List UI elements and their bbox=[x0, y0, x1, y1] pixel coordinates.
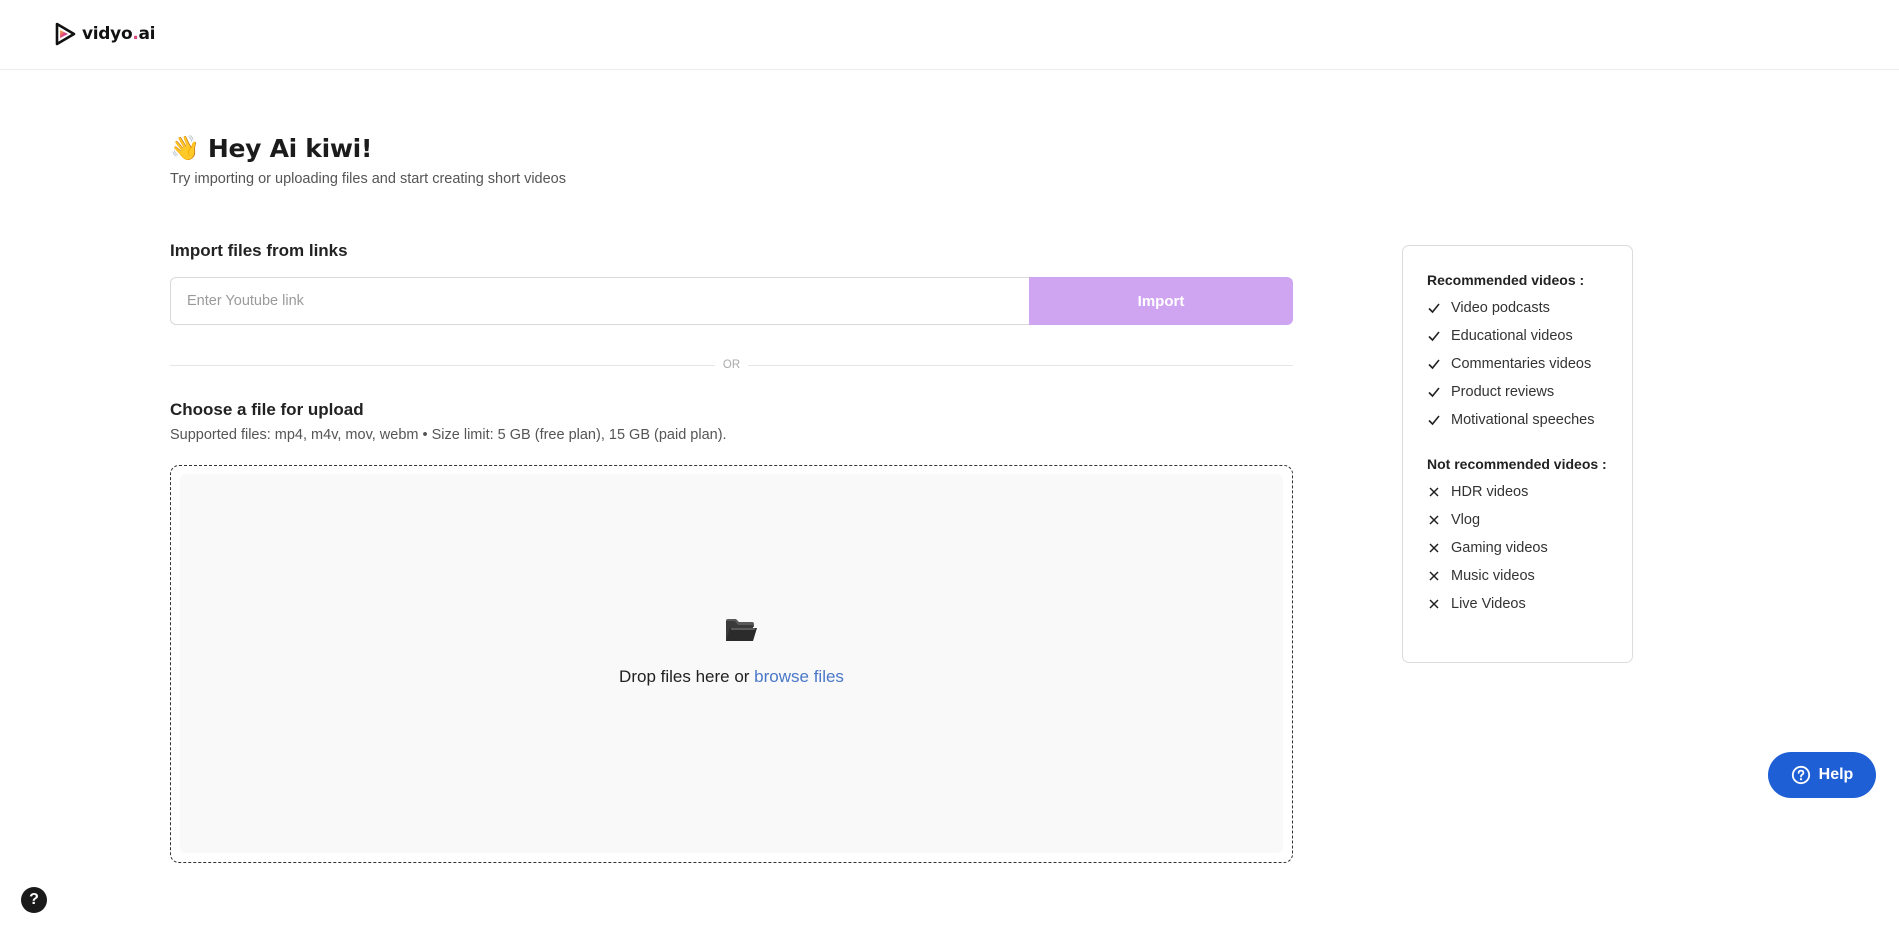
list-item: HDR videos bbox=[1427, 478, 1548, 506]
list-item: Educational videos bbox=[1427, 322, 1594, 350]
dropzone-area: Drop files here or browse files bbox=[180, 474, 1283, 853]
recommended-heading: Recommended videos : bbox=[1427, 272, 1585, 288]
page-subtitle: Try importing or uploading files and sta… bbox=[170, 171, 566, 187]
waving-hand-icon: 👋 bbox=[170, 134, 200, 162]
video-recommendations-card: Recommended videos : Video podcasts Educ… bbox=[1402, 245, 1633, 663]
check-icon bbox=[1428, 331, 1440, 342]
close-icon bbox=[1429, 515, 1439, 525]
close-icon bbox=[1429, 599, 1439, 609]
top-bar: vidyo.ai bbox=[0, 0, 1899, 70]
close-icon bbox=[1429, 571, 1439, 581]
list-item: Video podcasts bbox=[1427, 294, 1594, 322]
list-item: Gaming videos bbox=[1427, 534, 1548, 562]
list-item: Product reviews bbox=[1427, 378, 1594, 406]
greeting: 👋 Hey Ai kiwi! bbox=[170, 134, 372, 163]
list-item: Motivational speeches bbox=[1427, 406, 1594, 434]
open-folder-icon bbox=[726, 619, 757, 641]
drop-instructions: Drop files here or browse files bbox=[619, 667, 844, 686]
play-logo-icon bbox=[55, 22, 76, 46]
page-title: Hey Ai kiwi! bbox=[207, 134, 373, 163]
list-item: Live Videos bbox=[1427, 590, 1548, 618]
check-icon bbox=[1428, 415, 1440, 426]
browse-files-link[interactable]: browse files bbox=[754, 667, 844, 686]
help-button[interactable]: Help bbox=[1768, 752, 1876, 798]
supported-files-text: Supported files: mp4, m4v, mov, webm • S… bbox=[170, 427, 727, 443]
support-question-icon[interactable]: ? bbox=[21, 887, 47, 913]
divider-label: OR bbox=[722, 359, 741, 371]
check-icon bbox=[1428, 387, 1440, 398]
vidyo-logo[interactable]: vidyo.ai bbox=[52, 20, 156, 48]
not-recommended-heading: Not recommended videos : bbox=[1427, 456, 1607, 472]
check-icon bbox=[1428, 359, 1440, 370]
help-label: Help bbox=[1818, 766, 1854, 783]
divider-line bbox=[748, 364, 1293, 366]
import-button[interactable]: Import bbox=[1029, 277, 1293, 325]
youtube-link-input[interactable] bbox=[170, 277, 1029, 325]
or-divider: OR bbox=[170, 356, 1293, 374]
file-dropzone[interactable]: Drop files here or browse files bbox=[170, 465, 1293, 863]
logo-wordmark: vidyo.ai bbox=[82, 24, 156, 44]
import-form: Import bbox=[170, 277, 1293, 325]
list-item: Vlog bbox=[1427, 506, 1548, 534]
close-icon bbox=[1429, 543, 1439, 553]
question-circle-icon bbox=[1791, 765, 1810, 785]
check-icon bbox=[1428, 303, 1440, 314]
list-item: Music videos bbox=[1427, 562, 1548, 590]
list-item: Commentaries videos bbox=[1427, 350, 1594, 378]
upload-section-title: Choose a file for upload bbox=[170, 400, 364, 419]
recommended-list: Video podcasts Educational videos Commen… bbox=[1427, 294, 1594, 434]
import-section-title: Import files from links bbox=[170, 241, 348, 260]
close-icon bbox=[1429, 487, 1439, 497]
not-recommended-list: HDR videos Vlog Gaming videos Music vide… bbox=[1427, 478, 1548, 618]
divider-line bbox=[170, 364, 715, 366]
